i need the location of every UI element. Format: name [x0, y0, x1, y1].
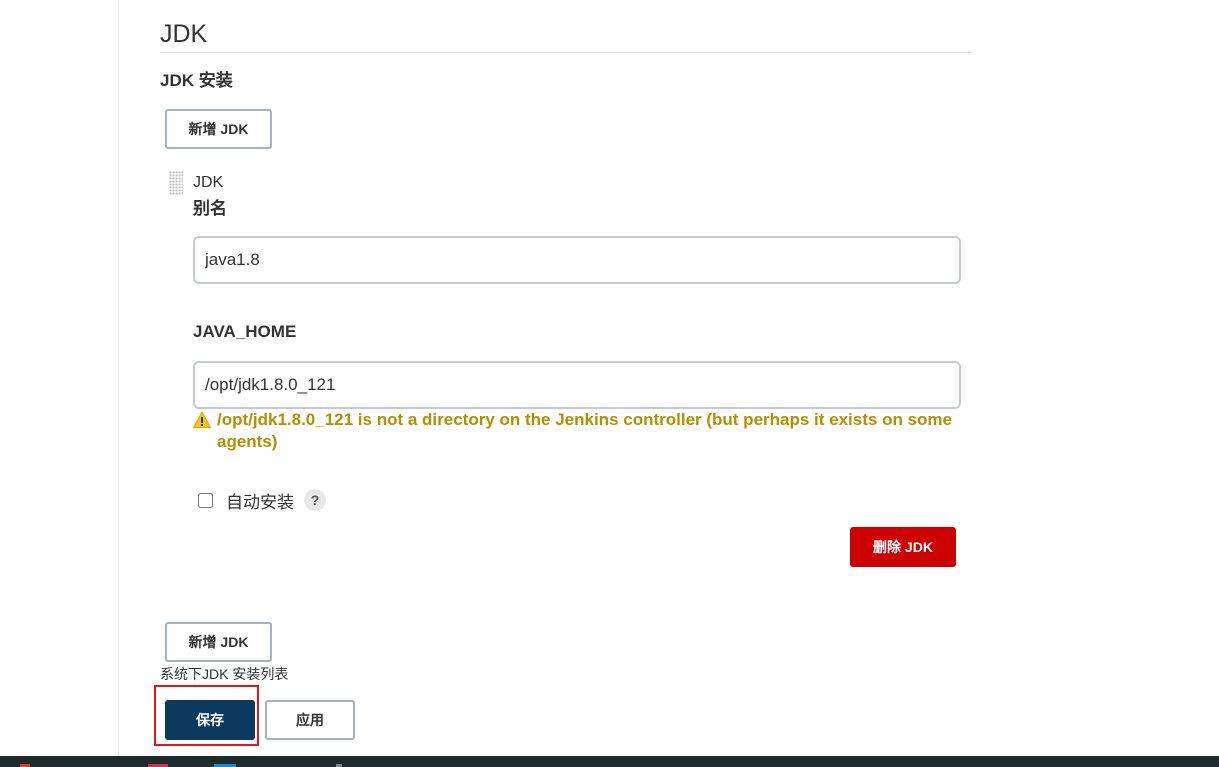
save-button[interactable]: 保存 — [165, 700, 255, 740]
drag-handle-icon[interactable] — [169, 171, 183, 195]
alias-label: 别名 — [193, 199, 227, 218]
auto-install-label[interactable]: 自动安装 — [226, 488, 294, 513]
auto-install-checkbox[interactable] — [198, 492, 213, 508]
java-home-input[interactable] — [193, 361, 961, 409]
warning-triangle-icon — [193, 411, 211, 428]
jdk-installations-description: 系统下JDK 安装列表 — [160, 666, 289, 682]
java-home-warning: /opt/jdk1.8.0_121 is not a directory on … — [217, 410, 952, 451]
help-icon[interactable]: ? — [304, 489, 326, 511]
apply-button[interactable]: 应用 — [265, 700, 355, 740]
content-left-border — [118, 0, 119, 756]
alias-input[interactable] — [193, 236, 961, 284]
add-jdk-button[interactable]: 新增 JDK — [165, 109, 272, 149]
section-divider — [160, 52, 973, 53]
java-home-label: JAVA_HOME — [193, 322, 297, 341]
jdk-installations-title: JDK 安装 — [160, 71, 233, 90]
add-jdk-button-bottom[interactable]: 新增 JDK — [165, 622, 272, 662]
jdk-item-type: JDK — [193, 174, 224, 191]
os-taskbar — [0, 756, 1219, 767]
auto-install-row: 自动安装 ? — [198, 486, 326, 514]
delete-jdk-button[interactable]: 删除 JDK — [850, 527, 956, 567]
section-title: JDK — [160, 20, 208, 48]
